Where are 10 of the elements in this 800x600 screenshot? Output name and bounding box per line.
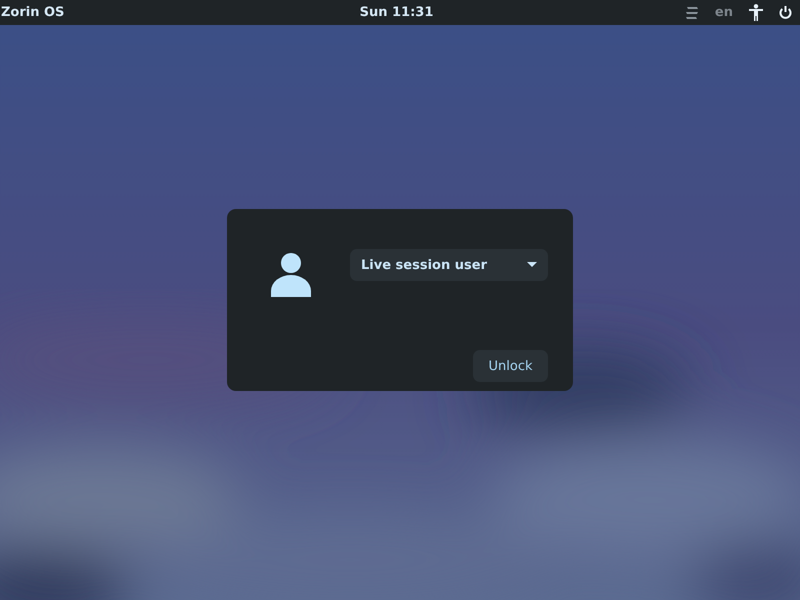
zorin-logo-icon[interactable] — [684, 6, 699, 18]
language-indicator[interactable]: en — [714, 5, 733, 20]
user-dropdown[interactable]: Live session user — [350, 249, 548, 281]
caret-icon — [527, 262, 537, 268]
clock[interactable]: Sun 11:31 — [360, 5, 434, 20]
unlock-button[interactable]: Unlock — [473, 350, 548, 382]
activities-button[interactable]: Zorin OS — [1, 5, 64, 20]
user-avatar-icon — [271, 253, 311, 297]
accessibility-icon[interactable] — [749, 4, 763, 21]
power-icon[interactable] — [779, 6, 792, 20]
